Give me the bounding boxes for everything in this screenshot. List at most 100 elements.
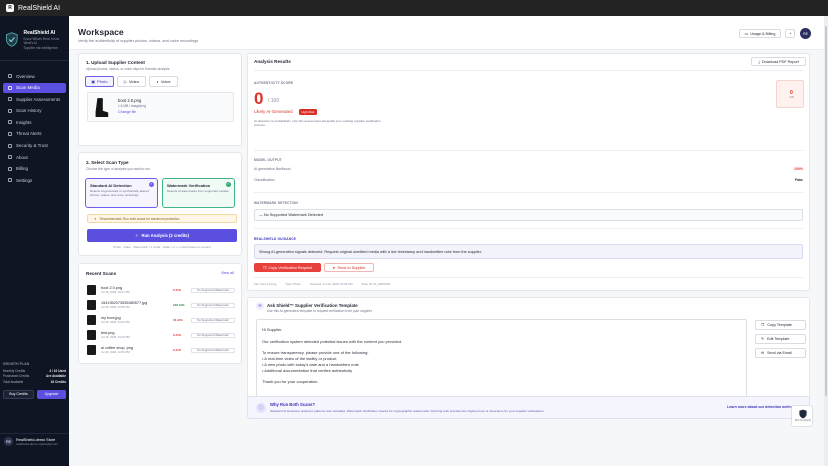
scan-thumbnail (87, 285, 96, 295)
sidebar-item-insights[interactable]: Insights (3, 117, 66, 127)
edit-template-button[interactable]: ✎ Edit Template (755, 334, 806, 344)
sidebar-item-security-trust[interactable]: Security & Trust (3, 141, 66, 151)
list-item[interactable]: ai coffee shop .png Jul 19, 2026, 02:50 P… (87, 344, 237, 356)
scan-thumbnail (87, 315, 96, 325)
usage-billing-label: Usage & Billing (750, 31, 776, 36)
score-outof: / 100 (268, 98, 280, 104)
model-row-likelihood: AI generation likelihood 100% (254, 167, 803, 171)
model-row-label: Classification (254, 178, 275, 182)
check-icon: ✓ (149, 182, 154, 187)
template-textarea[interactable]: Hi Supplier, Our verification system dete… (256, 319, 747, 400)
badge-text: Built for Shopify (794, 420, 812, 422)
list-item[interactable]: my boot.jpg Jul 19, 2026, 03:22 PM 16 Ai% N… (87, 314, 237, 326)
nav-icon (8, 120, 12, 125)
built-for-shopify-badge[interactable]: Built for Shopify (791, 405, 813, 427)
scrollbar[interactable] (824, 16, 828, 466)
page-title: Workspace (78, 27, 124, 37)
watermark-tag: No Supported Watermark (191, 302, 235, 308)
run-analysis-label: Run Analysis (2 credits) (141, 233, 190, 238)
send-email-button[interactable]: ✉ Send via Email (755, 348, 806, 358)
check-icon: ✓ (226, 182, 231, 187)
tab-voice[interactable]: ◖ Voice (149, 76, 178, 87)
scan-ai-percent: 6 Ai% (173, 333, 182, 337)
option-watermark[interactable]: Watermark Verification Detects AI waterm… (162, 178, 235, 208)
growth-row: Purchased Credits Are Available (3, 374, 66, 378)
send-icon: ➤ (332, 266, 336, 270)
score-disclaimer: AI detection is probabilistic. Use this … (254, 119, 381, 128)
brand-tagline: Know What's Real. Know What's AI. (23, 36, 60, 45)
run-analysis-button[interactable]: ✧ Run Analysis (2 credits) (87, 229, 237, 242)
usage-billing-button[interactable]: ▭ Usage & Billing (739, 29, 781, 38)
sidebar-item-about[interactable]: About (3, 152, 66, 162)
mail-icon: ✉ (761, 351, 765, 355)
list-item[interactable]: 1541352073535380577.jpg Jul 19, 2026, 03:… (87, 299, 237, 311)
sidebar-item-supplier-assessments[interactable]: Supplier Assessments (3, 94, 66, 104)
scan-thumbnail (87, 345, 96, 355)
upload-title: 1. Upload Supplier Content (86, 60, 145, 65)
user-account[interactable]: RE RealShield-demo Store realshield-demo.… (0, 433, 69, 449)
credit-note: Photo · Video · Watermark = 1 credit · V… (113, 245, 211, 249)
scan-date: Jul 19, 2026, 03:22 PM (101, 320, 130, 324)
buy-credits-button[interactable]: Buy Credits (3, 389, 34, 399)
sidebar-item-threat-alerts[interactable]: Threat Alerts (3, 129, 66, 139)
file-meta: 1.5 MB • image/png (118, 104, 146, 108)
sidebar-item-scan-history[interactable]: Scan History (3, 106, 66, 116)
nav-icon (8, 85, 12, 90)
app-logo-icon: R (6, 4, 14, 12)
scan-type-title: 2. Select Scan Type (86, 160, 129, 165)
list-item[interactable]: test.png Jul 19, 2026, 03:15 PM 6 Ai% No Su… (87, 329, 237, 341)
scan-type-subtitle: Choose the type of analysis you want to … (86, 167, 150, 171)
watermark-tag: No Supported Watermark (191, 347, 235, 353)
user-name: RealShield-demo Store (16, 437, 56, 442)
view-all-link[interactable]: View all (221, 271, 234, 275)
option-watermark-desc: Detects AI watermarks from supported mod… (167, 189, 229, 193)
scan-meta-item: Type: Photo (285, 282, 301, 286)
scan-meta-item: File: boot 2.0.png (254, 282, 277, 286)
meter-unit: /100 (789, 96, 795, 99)
sidebar-item-label: Security & Trust (16, 143, 48, 149)
sidebar-item-overview[interactable]: Overview (3, 71, 66, 81)
change-file-link[interactable]: Change file (118, 110, 136, 114)
tab-photo[interactable]: ▣ Photo (85, 76, 114, 87)
lightbulb-icon: ✦ (94, 216, 97, 221)
nav-icon (8, 108, 12, 113)
sidebar-item-label: Insights (16, 119, 32, 125)
ask-shield-subtitle: Use this AI-generated template to reques… (267, 309, 373, 313)
option-standard-ai[interactable]: Standard AI Detection Detects AI-generat… (85, 178, 158, 208)
copy-template-button[interactable]: ❐ Copy Template (755, 320, 806, 330)
results-title: Analysis Results (254, 59, 291, 64)
scan-thumbnail (87, 300, 96, 310)
copy-verification-button[interactable]: ❐ Copy Verification Request (254, 263, 321, 272)
divider (254, 192, 803, 193)
why-both-title: Why Run Both Scans? (270, 402, 315, 407)
learn-more-link[interactable]: Learn more about our detection methods (727, 405, 797, 409)
shield-badge-icon (799, 409, 807, 419)
option-standard-title: Standard AI Detection (90, 183, 132, 188)
sidebar-item-settings[interactable]: Settings (3, 175, 66, 185)
sidebar: RealShield AI Know What's Real. Know What… (0, 16, 69, 466)
growth-row-label: Monthly Credits (3, 369, 26, 373)
notifications-button[interactable]: ◔ (785, 29, 795, 38)
model-output-label: MODEL OUTPUT (254, 158, 282, 162)
sidebar-item-billing[interactable]: Billing (3, 164, 66, 174)
sidebar-item-scan-media[interactable]: Scan Media (3, 82, 66, 93)
copy-template-label: Copy Template (767, 323, 792, 327)
growth-row: Monthly Credits 4 / 10 Used (3, 369, 66, 373)
model-row-value: 100% (794, 167, 803, 171)
recommendation-banner: ✦ Recommended: Run both scans for maximum… (87, 214, 237, 223)
nav-icon (8, 143, 12, 148)
upgrade-button[interactable]: Upgrade (37, 389, 66, 399)
tab-video[interactable]: ▷ Video (117, 76, 146, 87)
file-name: boot 2.0.png (118, 98, 142, 103)
file-thumbnail (95, 98, 109, 117)
info-icon: ⓘ (256, 403, 266, 413)
scan-ai-percent: 16 Ai% (173, 318, 183, 322)
image-icon: ▣ (91, 79, 96, 84)
send-supplier-button[interactable]: ➤ Send to Supplier (324, 263, 374, 272)
shield-logo-icon (6, 32, 18, 47)
send-supplier-label: Send to Supplier (337, 265, 366, 270)
header-avatar[interactable]: RE (800, 28, 811, 39)
list-item[interactable]: boot 2.0.png Jul 19, 2026, 04:01 PM 0 Ai% N… (87, 284, 237, 296)
download-pdf-button[interactable]: ⤓ Download PDF Report (751, 57, 806, 66)
scrollbar-thumb[interactable] (824, 26, 828, 396)
